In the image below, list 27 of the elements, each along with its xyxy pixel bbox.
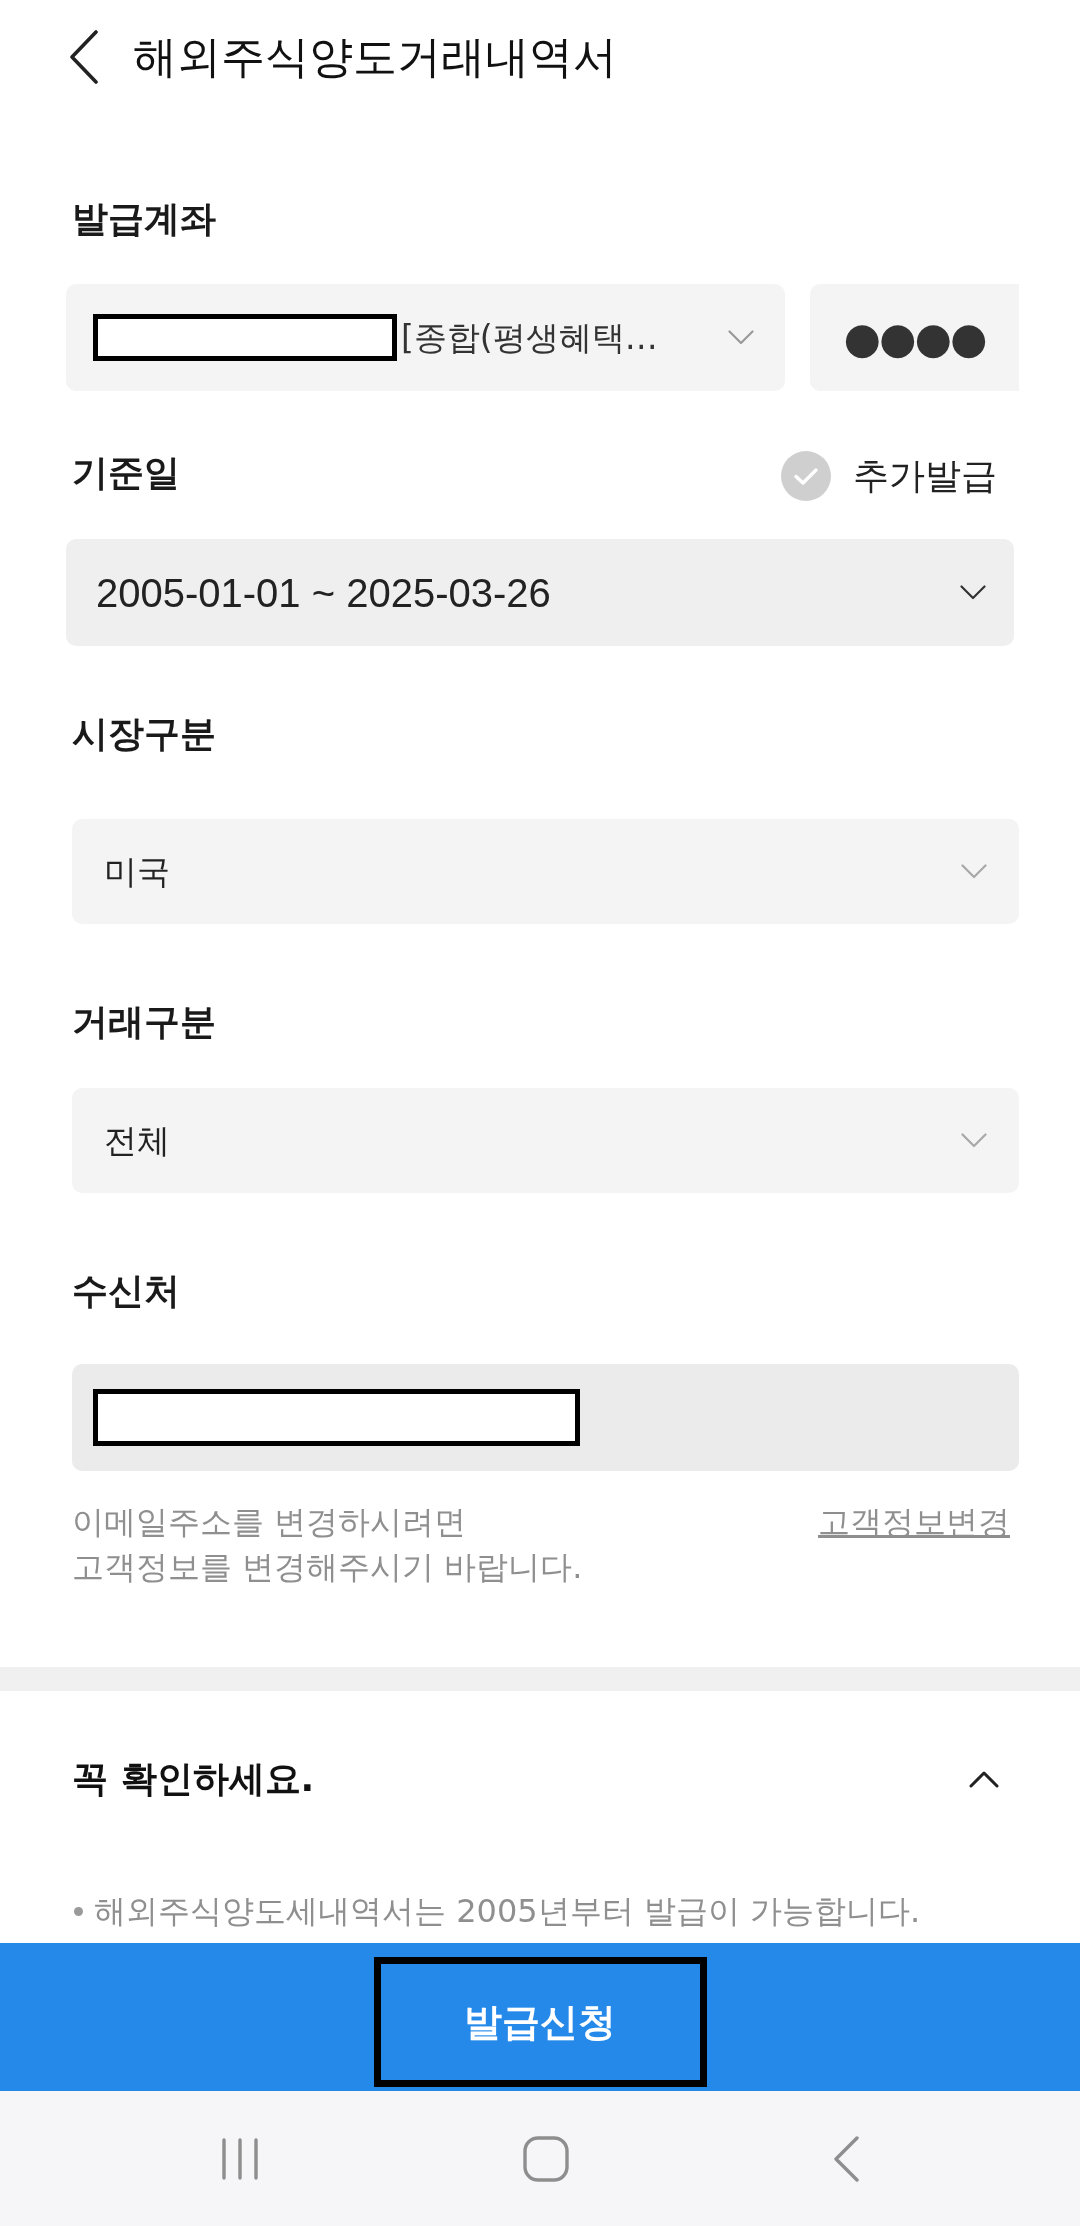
notice-title: 꼭 확인하세요. <box>72 1757 315 1801</box>
market-dropdown[interactable]: 미국 <box>72 819 1019 924</box>
bullet-icon <box>74 1907 83 1916</box>
back-icon[interactable] <box>69 30 99 84</box>
chevron-down-icon <box>961 1133 987 1148</box>
field-label: 거래구분 <box>71 1000 216 1044</box>
chevron-down-icon <box>728 330 754 345</box>
field-label: 발급계좌 <box>71 197 216 241</box>
additional-issue-checkbox[interactable]: 추가발급 <box>781 451 997 501</box>
page-title: 해외주식양도거래내역서 <box>133 30 617 84</box>
submit-button[interactable]: 발급신청 <box>373 1957 707 2087</box>
field-label: 기준일 <box>71 451 180 495</box>
field-label: 시장구분 <box>71 712 216 756</box>
home-icon[interactable] <box>523 2135 569 2182</box>
recent-apps-icon[interactable] <box>221 2136 259 2181</box>
account-dropdown[interactable]: [종합(평생혜택… <box>66 284 785 391</box>
period-dropdown[interactable]: 2005-01-01 ~ 2025-03-26 <box>66 539 1014 646</box>
caret-up-icon[interactable] <box>969 1770 999 1788</box>
field-label: 수신처 <box>71 1269 180 1313</box>
check-circle-icon[interactable] <box>781 451 831 501</box>
email-field[interactable] <box>72 1364 1019 1471</box>
chevron-down-icon <box>961 864 987 879</box>
password-field[interactable]: ●●●● <box>810 284 1019 391</box>
chevron-down-icon <box>960 585 986 600</box>
trade-type-dropdown[interactable]: 전체 <box>72 1088 1019 1193</box>
help-text: 이메일주소를 변경하시려면 고객정보를 변경해주시기 바랍니다. <box>72 1502 583 1588</box>
notice-text: 해외주식양도세내역서는 2005년부터 발급이 가능합니다. <box>94 1891 921 1932</box>
